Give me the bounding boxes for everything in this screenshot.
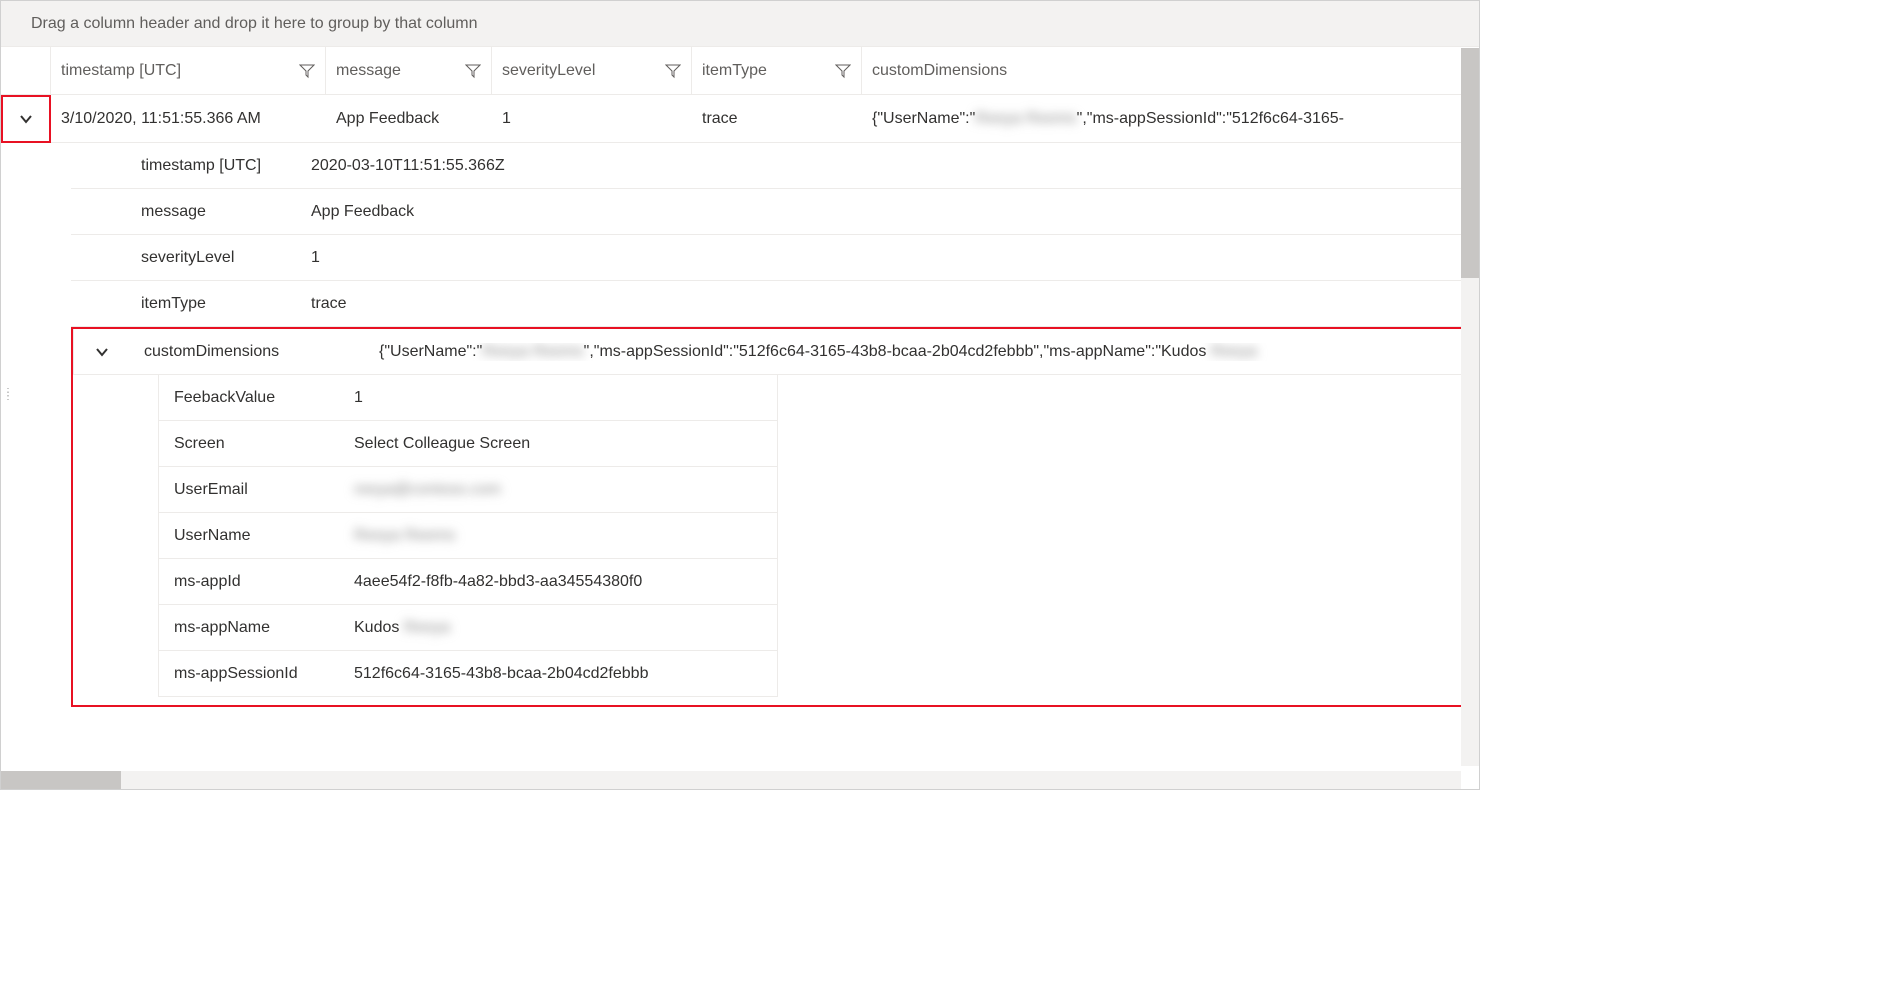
- group-by-bar[interactable]: Drag a column header and drop it here to…: [1, 1, 1479, 47]
- horizontal-scrollbar-thumb[interactable]: [1, 771, 121, 789]
- group-by-hint: Drag a column header and drop it here to…: [31, 15, 478, 33]
- detail-key: timestamp [UTC]: [71, 157, 306, 175]
- redacted-text: reeya@contoso.com: [339, 481, 777, 499]
- column-header-row: timestamp [UTC] message severityLevel it…: [1, 47, 1479, 95]
- row-details: timestamp [UTC] 2020-03-10T11:51:55.366Z…: [1, 143, 1479, 707]
- table-row[interactable]: 3/10/2020, 11:51:55.366 AM App Feedback …: [1, 95, 1479, 143]
- sub-row-appid: ms-appId 4aee54f2-f8fb-4a82-bbd3-aa34554…: [158, 559, 778, 605]
- redacted-text: Reeya Reems: [339, 527, 777, 545]
- detail-row-severity: severityLevel 1: [71, 235, 1479, 281]
- detail-value: Kudos Reeya: [339, 619, 777, 637]
- detail-value: 4aee54f2-f8fb-4a82-bbd3-aa34554380f0: [339, 573, 777, 591]
- highlighted-detail-section: customDimensions {"UserName":"Reeya Reem…: [71, 327, 1479, 707]
- custom-column-header[interactable]: customDimensions: [862, 47, 1479, 94]
- detail-key: severityLevel: [71, 249, 306, 267]
- custom-cell: {"UserName":"Reeya Reems","ms-appSession…: [862, 95, 1479, 142]
- detail-value: 2020-03-10T11:51:55.366Z: [306, 157, 1479, 175]
- drag-handle-icon[interactable]: ⋮⋮: [1, 389, 15, 401]
- detail-key: Screen: [159, 435, 339, 453]
- custom-header-label: customDimensions: [872, 62, 1007, 80]
- detail-key: ms-appName: [159, 619, 339, 637]
- timestamp-column-header[interactable]: timestamp [UTC]: [51, 47, 326, 94]
- filter-icon[interactable]: [299, 63, 315, 79]
- vertical-scrollbar[interactable]: [1461, 48, 1479, 766]
- detail-value: 1: [306, 249, 1479, 267]
- redacted-text: Reeya: [1211, 343, 1257, 360]
- detail-value: {"UserName":"Reeya Reems","ms-appSession…: [374, 343, 1477, 361]
- redacted-text: Reeya: [404, 619, 450, 636]
- detail-key: message: [71, 203, 306, 221]
- detail-value: trace: [306, 295, 1479, 313]
- sub-row-useremail: UserEmail reeya@contoso.com: [158, 467, 778, 513]
- filter-icon[interactable]: [835, 63, 851, 79]
- detail-key: customDimensions: [129, 343, 374, 361]
- sub-row-appsession: ms-appSessionId 512f6c64-3165-43b8-bcaa-…: [158, 651, 778, 697]
- detail-key: itemType: [71, 295, 306, 313]
- filter-icon[interactable]: [665, 63, 681, 79]
- detail-value: 512f6c64-3165-43b8-bcaa-2b04cd2febbb: [339, 665, 777, 683]
- detail-row-timestamp: timestamp [UTC] 2020-03-10T11:51:55.366Z: [71, 143, 1479, 189]
- expand-nested-button[interactable]: [74, 345, 129, 359]
- detail-value: 1: [339, 389, 777, 407]
- detail-row-customdimensions[interactable]: customDimensions {"UserName":"Reeya Reem…: [73, 329, 1477, 375]
- data-grid: ⋮⋮ Drag a column header and drop it here…: [0, 0, 1480, 790]
- message-column-header[interactable]: message: [326, 47, 492, 94]
- detail-key: FeebackValue: [159, 389, 339, 407]
- severity-header-label: severityLevel: [502, 62, 595, 80]
- detail-row-message: message App Feedback: [71, 189, 1479, 235]
- filter-icon[interactable]: [465, 63, 481, 79]
- chevron-down-icon: [19, 112, 33, 126]
- detail-key: ms-appSessionId: [159, 665, 339, 683]
- detail-value: Select Colleague Screen: [339, 435, 777, 453]
- severity-cell: 1: [492, 95, 692, 142]
- detail-key: ms-appId: [159, 573, 339, 591]
- redacted-text: Reeya Reems: [482, 343, 583, 360]
- itemtype-column-header[interactable]: itemType: [692, 47, 862, 94]
- detail-key: UserName: [159, 527, 339, 545]
- detail-value: App Feedback: [306, 203, 1479, 221]
- itemtype-cell: trace: [692, 95, 862, 142]
- expand-column-header: [1, 47, 51, 94]
- detail-key: UserEmail: [159, 481, 339, 499]
- redacted-text: Reeya Reems: [975, 110, 1076, 128]
- horizontal-scrollbar[interactable]: [1, 771, 1461, 789]
- custom-suffix: ","ms-appSessionId":"512f6c64-3165-: [1077, 110, 1344, 128]
- expand-row-button[interactable]: [1, 95, 51, 143]
- chevron-down-icon: [95, 345, 109, 359]
- severity-column-header[interactable]: severityLevel: [492, 47, 692, 94]
- nested-details: FeebackValue 1 Screen Select Colleague S…: [73, 375, 1477, 697]
- timestamp-cell: 3/10/2020, 11:51:55.366 AM: [51, 95, 326, 142]
- message-cell: App Feedback: [326, 95, 492, 142]
- detail-row-itemtype: itemType trace: [71, 281, 1479, 327]
- sub-row-screen: Screen Select Colleague Screen: [158, 421, 778, 467]
- sub-row-appname: ms-appName Kudos Reeya: [158, 605, 778, 651]
- message-header-label: message: [336, 62, 401, 80]
- custom-prefix: {"UserName":": [872, 110, 975, 128]
- timestamp-header-label: timestamp [UTC]: [61, 62, 181, 80]
- sub-row-feedback: FeebackValue 1: [158, 375, 778, 421]
- sub-row-username: UserName Reeya Reems: [158, 513, 778, 559]
- vertical-scrollbar-thumb[interactable]: [1461, 48, 1479, 278]
- itemtype-header-label: itemType: [702, 62, 767, 80]
